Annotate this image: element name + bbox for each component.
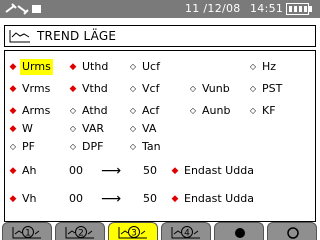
config-3-icon: 3 xyxy=(118,226,147,239)
unselected-marker-icon: ◇ xyxy=(189,106,197,115)
param-pst[interactable]: ◇ PST xyxy=(249,81,284,97)
unselected-marker-icon: ◇ xyxy=(129,84,137,93)
selected-marker-icon: ◆ xyxy=(69,62,77,72)
selected-marker-icon: ◆ xyxy=(171,194,179,204)
param-arms[interactable]: ◆ Arms xyxy=(9,103,52,119)
status-date: 11 /12/08 xyxy=(185,2,241,15)
filled-circle-icon xyxy=(235,228,245,238)
tab-4[interactable]: 4 xyxy=(161,222,211,240)
status-bar: 11 /12/08 14:51 xyxy=(0,0,320,18)
param-va[interactable]: ◇ VA xyxy=(129,121,158,137)
param-uthd[interactable]: ◆ Uthd xyxy=(69,59,110,75)
mode-title-bar: TREND LÄGE xyxy=(4,25,316,47)
harmonic-vh-from[interactable]: 00 xyxy=(69,191,83,207)
unselected-marker-icon: ◇ xyxy=(129,106,137,115)
param-kf[interactable]: ◇ KF xyxy=(249,103,278,119)
config-2-icon: 2 xyxy=(65,226,94,239)
page-title: TREND LÄGE xyxy=(37,29,117,43)
selected-marker-icon: ◆ xyxy=(9,62,17,72)
config-4-icon: 4 xyxy=(171,226,200,239)
param-vunb[interactable]: ◇ Vunb xyxy=(189,81,232,97)
unselected-marker-icon: ◇ xyxy=(189,84,197,93)
tab-record[interactable] xyxy=(214,222,264,240)
param-vcf[interactable]: ◇ Vcf xyxy=(129,81,161,97)
tab-3[interactable]: 3 xyxy=(108,222,158,240)
selected-marker-icon: ◆ xyxy=(9,84,17,94)
trend-icon xyxy=(9,30,30,43)
selected-marker-icon: ◆ xyxy=(171,166,179,176)
param-var[interactable]: ◇ VAR xyxy=(69,121,106,137)
param-aunb[interactable]: ◇ Aunb xyxy=(189,103,232,119)
tab-2[interactable]: 2 xyxy=(55,222,105,240)
harmonic-ah[interactable]: ◆ Ah xyxy=(9,163,39,179)
harmonic-vh[interactable]: ◆ Vh xyxy=(9,191,39,207)
svg-text:3: 3 xyxy=(131,229,137,239)
param-pf[interactable]: ◇ PF xyxy=(9,139,37,155)
selected-marker-icon: ◆ xyxy=(9,124,17,134)
harmonic-vh-odd-only[interactable]: ◆ Endast Udda xyxy=(171,191,256,207)
arrow-right-icon: ⟶ xyxy=(101,191,122,207)
arrow-right-icon: ⟶ xyxy=(101,163,122,179)
battery-icon xyxy=(286,3,312,15)
unselected-marker-icon: ◇ xyxy=(69,124,77,133)
empty-circle-icon xyxy=(287,227,299,239)
unselected-marker-icon: ◇ xyxy=(249,62,257,71)
param-dpf[interactable]: ◇ DPF xyxy=(69,139,105,155)
unselected-marker-icon: ◇ xyxy=(129,62,137,71)
unselected-marker-icon: ◇ xyxy=(249,106,257,115)
unselected-marker-icon: ◇ xyxy=(69,142,77,151)
unselected-marker-icon: ◇ xyxy=(69,106,77,115)
harmonic-ah-odd-only[interactable]: ◆ Endast Udda xyxy=(171,163,256,179)
trend-settings-panel: ◆ Urms ◆ Uthd ◇ Ucf ◇ Hz ◆ Vrms ◆ Vthd ◇ Vcf ◇ V… xyxy=(4,50,316,222)
selected-marker-icon: ◆ xyxy=(9,166,17,176)
param-athd[interactable]: ◇ Athd xyxy=(69,103,110,119)
unselected-marker-icon: ◇ xyxy=(249,84,257,93)
unselected-marker-icon: ◇ xyxy=(9,142,17,151)
param-urms[interactable]: ◆ Urms xyxy=(9,59,53,75)
selected-marker-icon: ◆ xyxy=(9,106,17,116)
svg-text:4: 4 xyxy=(184,229,190,239)
selected-marker-icon: ◆ xyxy=(69,84,77,94)
function-tabs: 1 2 3 4 xyxy=(0,222,320,240)
harmonic-vh-to[interactable]: 50 xyxy=(143,191,157,207)
svg-text:1: 1 xyxy=(25,229,31,239)
param-tan[interactable]: ◇ Tan xyxy=(129,139,163,155)
param-vrms[interactable]: ◆ Vrms xyxy=(9,81,52,97)
param-ucf[interactable]: ◇ Ucf xyxy=(129,59,162,75)
param-acf[interactable]: ◇ Acf xyxy=(129,103,161,119)
wrench-icon xyxy=(5,3,41,15)
status-time: 14:51 xyxy=(250,2,284,15)
config-1-icon: 1 xyxy=(12,226,41,239)
harmonic-ah-to[interactable]: 50 xyxy=(143,163,157,179)
param-w[interactable]: ◆ W xyxy=(9,121,35,137)
harmonic-ah-from[interactable]: 00 xyxy=(69,163,83,179)
unselected-marker-icon: ◇ xyxy=(129,142,137,151)
unselected-marker-icon: ◇ xyxy=(129,124,137,133)
param-hz[interactable]: ◇ Hz xyxy=(249,59,278,75)
svg-text:2: 2 xyxy=(78,229,84,239)
tab-stop[interactable] xyxy=(267,222,317,240)
tab-1[interactable]: 1 xyxy=(2,222,52,240)
param-vthd[interactable]: ◆ Vthd xyxy=(69,81,110,97)
selected-marker-icon: ◆ xyxy=(9,194,17,204)
